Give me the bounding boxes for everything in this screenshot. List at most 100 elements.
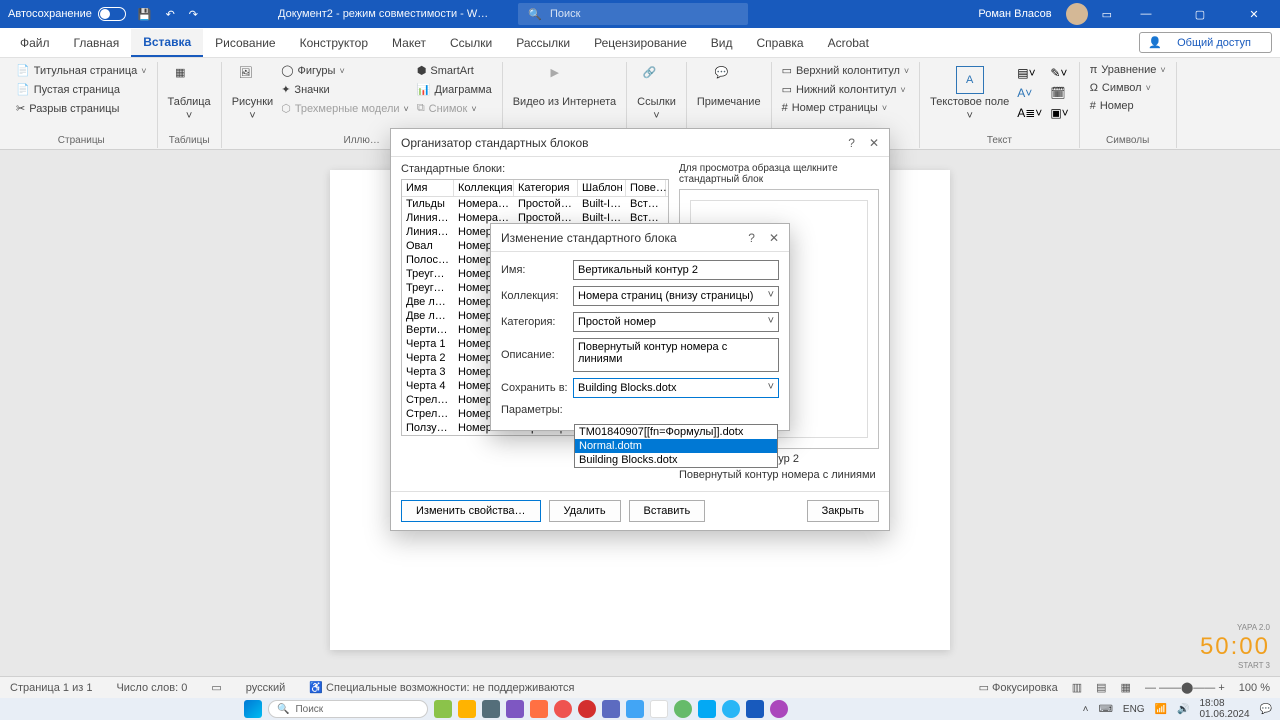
task-icon[interactable] (458, 700, 476, 718)
task-icon[interactable] (554, 700, 572, 718)
task-icon[interactable] (770, 700, 788, 718)
accessibility-indicator[interactable]: ♿ Специальные возможности: не поддержива… (309, 681, 574, 694)
shapes-button[interactable]: ◯ Фигуры (281, 62, 409, 79)
name-field[interactable]: Вертикальный контур 2 (573, 260, 779, 280)
blank-page-button[interactable]: 📄 Пустая страница (16, 81, 147, 98)
close-button[interactable]: Закрыть (807, 500, 879, 522)
savein-combo[interactable]: Building Blocks.dotx (573, 378, 779, 398)
ribbon-options-icon[interactable]: ▭ (1102, 8, 1112, 21)
dlg2-help-button[interactable]: ? (748, 231, 755, 245)
savein-dropdown-list[interactable]: TM01840907[[fn=Формулы]].dotx Normal.dot… (574, 424, 778, 468)
focus-mode-button[interactable]: ▭ Фокусировка (979, 681, 1058, 694)
category-combo[interactable]: Простой номер (573, 312, 779, 332)
notifications-icon[interactable]: 💬 (1260, 704, 1272, 715)
clock[interactable]: 18:0801.06.2024 (1199, 698, 1249, 720)
task-icon[interactable] (578, 700, 596, 718)
language-indicator[interactable]: русский (246, 682, 285, 694)
footer-button[interactable]: ▭ Нижний колонтитул (782, 81, 910, 98)
insert-button[interactable]: Вставить (629, 500, 706, 522)
start-button[interactable] (244, 700, 262, 718)
task-icon[interactable] (530, 700, 548, 718)
collection-combo[interactable]: Номера страниц (внизу страницы) (573, 286, 779, 306)
keyboard-icon[interactable]: ⌨ (1098, 704, 1112, 715)
view-read-icon[interactable]: ▤ (1096, 681, 1106, 694)
pictures-button[interactable]: 🖼Рисунки˅ (232, 62, 274, 122)
page-break-button[interactable]: ✂ Разрыв страницы (16, 100, 147, 117)
close-button[interactable]: ✕ (1234, 0, 1274, 28)
proofing-icon[interactable]: ▭ (211, 681, 221, 694)
menu-home[interactable]: Главная (62, 30, 132, 56)
menu-mailings[interactable]: Рассылки (504, 30, 582, 56)
delete-button[interactable]: Удалить (549, 500, 621, 522)
number-button[interactable]: # Номер (1090, 98, 1166, 114)
task-icon[interactable] (602, 700, 620, 718)
maximize-button[interactable]: ▢ (1180, 0, 1220, 28)
task-icon[interactable] (626, 700, 644, 718)
dlg1-close-button[interactable]: ✕ (869, 136, 879, 150)
username[interactable]: Роман Власов (978, 8, 1051, 20)
task-icon[interactable] (650, 700, 668, 718)
wordart-icon[interactable]: A˅ (1017, 86, 1042, 100)
comment-button[interactable]: 💬Примечание (697, 62, 761, 108)
links-button[interactable]: 🔗Ссылки˅ (637, 62, 676, 122)
language-indicator[interactable]: ENG (1123, 704, 1145, 715)
cover-page-button[interactable]: 📄 Титульная страница (16, 62, 147, 79)
description-field[interactable] (573, 338, 779, 372)
volume-icon[interactable]: 🔊 (1177, 704, 1189, 715)
dlg1-help-button[interactable]: ? (848, 136, 855, 150)
header-button[interactable]: ▭ Верхний колонтитул (782, 62, 910, 79)
dropdown-option[interactable]: Normal.dotm (575, 439, 777, 453)
taskbar-search[interactable]: 🔍Поиск (268, 700, 428, 718)
share-button[interactable]: 👤 Общий доступ (1139, 32, 1272, 53)
menu-help[interactable]: Справка (744, 30, 815, 56)
view-web-icon[interactable]: ▦ (1121, 681, 1131, 694)
menu-draw[interactable]: Рисование (203, 30, 287, 56)
search-box[interactable]: 🔍 Поиск (518, 3, 748, 25)
menu-review[interactable]: Рецензирование (582, 30, 699, 56)
menu-insert[interactable]: Вставка (131, 29, 203, 57)
page-indicator[interactable]: Страница 1 из 1 (10, 682, 92, 694)
equation-button[interactable]: π Уравнение (1090, 62, 1166, 78)
menu-layout[interactable]: Макет (380, 30, 438, 56)
object-icon[interactable]: ▣˅ (1050, 106, 1068, 120)
task-icon[interactable] (506, 700, 524, 718)
task-icon[interactable] (482, 700, 500, 718)
dlg2-close-button[interactable]: ✕ (769, 231, 779, 245)
autosave-toggle[interactable] (98, 7, 126, 21)
task-icon[interactable] (434, 700, 452, 718)
symbol-button[interactable]: Ω Символ (1090, 80, 1166, 96)
menu-references[interactable]: Ссылки (438, 30, 504, 56)
task-icon[interactable] (746, 700, 764, 718)
menu-file[interactable]: Файл (8, 30, 62, 56)
avatar[interactable] (1066, 3, 1088, 25)
view-print-icon[interactable]: ▥ (1072, 681, 1082, 694)
zoom-slider[interactable]: — ——⬤—— + (1145, 681, 1225, 694)
menu-design[interactable]: Конструктор (288, 30, 380, 56)
quickparts-icon[interactable]: ▤˅ (1017, 66, 1042, 80)
menu-acrobat[interactable]: Acrobat (816, 30, 881, 56)
signature-icon[interactable]: ✎˅ (1050, 66, 1068, 80)
datetime-icon[interactable]: 🗓 (1050, 86, 1068, 100)
table-button[interactable]: ▦Таблица˅ (168, 62, 211, 122)
edit-properties-button[interactable]: Изменить свойства… (401, 500, 541, 522)
redo-icon[interactable]: ↷ (189, 8, 198, 21)
zoom-level[interactable]: 100 % (1239, 682, 1270, 694)
task-icon[interactable] (722, 700, 740, 718)
icons-button[interactable]: ✦ Значки (281, 81, 409, 98)
dropdown-option[interactable]: TM01840907[[fn=Формулы]].dotx (575, 425, 777, 439)
menu-view[interactable]: Вид (699, 30, 745, 56)
smartart-button[interactable]: ⬢ SmartArt (417, 62, 492, 79)
minimize-button[interactable]: — (1126, 0, 1166, 28)
table-header[interactable]: ИмяКоллекцияКатегорияШаблонПове… (402, 180, 668, 197)
table-row[interactable]: ТильдыНомера ст…Простой н…Built-In…Встав… (402, 197, 668, 211)
dropcap-icon[interactable]: A≣˅ (1017, 106, 1042, 120)
save-icon[interactable]: 💾 (138, 8, 152, 21)
chart-button[interactable]: 📊 Диаграмма (417, 81, 492, 98)
network-icon[interactable]: 📶 (1155, 704, 1167, 715)
tray-chevron-icon[interactable]: ˄ (1083, 704, 1089, 715)
textbox-button[interactable]: AТекстовое поле˅ (930, 62, 1009, 122)
word-count[interactable]: Число слов: 0 (116, 682, 187, 694)
task-icon[interactable] (674, 700, 692, 718)
dropdown-option[interactable]: Building Blocks.dotx (575, 453, 777, 467)
task-icon[interactable] (698, 700, 716, 718)
